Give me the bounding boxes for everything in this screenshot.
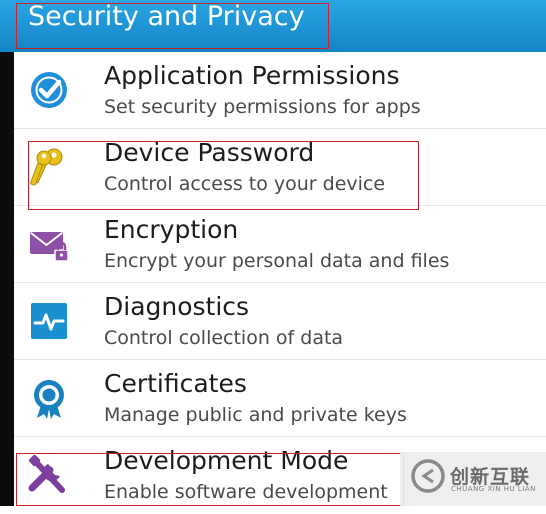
list-item-diagnostics[interactable]: Diagnostics Control collection of data <box>14 283 546 360</box>
item-subtitle: Control collection of data <box>104 327 344 349</box>
item-title: Application Permissions <box>104 61 400 90</box>
item-title: Certificates <box>104 369 247 398</box>
highlight-box-header <box>16 3 329 49</box>
certificate-badge-icon <box>34 380 64 419</box>
envelope-lock-icon <box>30 232 69 262</box>
left-edge <box>0 52 14 506</box>
item-title: Diagnostics <box>104 292 250 321</box>
pulse-icon <box>31 303 67 339</box>
highlight-box-device-password <box>28 141 419 210</box>
shield-check-icon <box>31 72 67 108</box>
watermark-subtext: CHUANG XIN HU LIAN <box>451 485 536 493</box>
highlight-box-development-mode <box>16 453 404 506</box>
list-item-certificates[interactable]: Certificates Manage public and private k… <box>14 360 546 437</box>
list-item-encryption[interactable]: Encryption Encrypt your personal data an… <box>14 206 546 283</box>
item-subtitle: Manage public and private keys <box>104 404 407 426</box>
watermark-logo-icon <box>411 459 445 493</box>
item-title: Encryption <box>104 215 239 244</box>
list-item-application-permissions[interactable]: Application Permissions Set security per… <box>14 52 546 129</box>
item-subtitle: Encrypt your personal data and files <box>104 250 450 272</box>
watermark: 创新互联 CHUANG XIN HU LIAN <box>400 452 546 506</box>
item-subtitle: Set security permissions for apps <box>104 96 421 118</box>
